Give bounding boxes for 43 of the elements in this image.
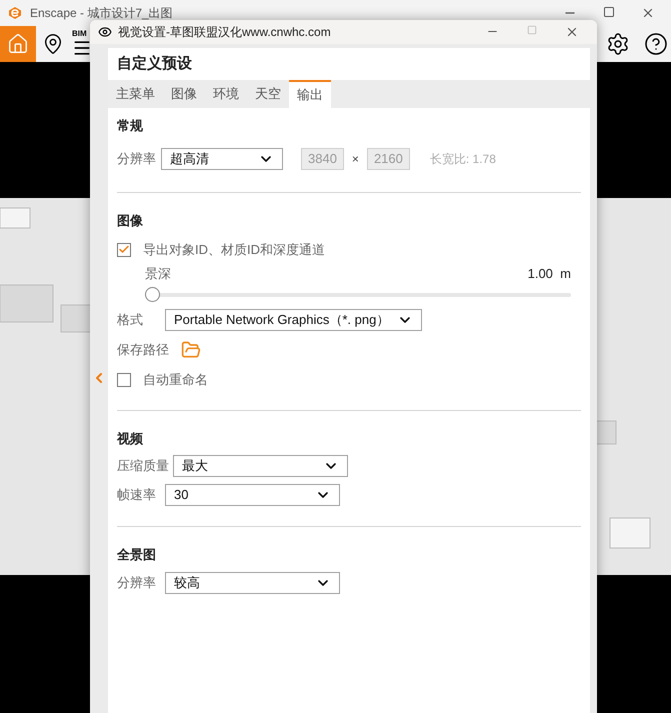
tab[interactable]: 环境	[205, 80, 247, 108]
checkbox-label: 导出对象ID、材质ID和深度通道	[143, 241, 325, 259]
dropdown[interactable]: 超高清	[161, 148, 283, 170]
checkbox-label: 自动重命名	[143, 371, 208, 389]
field-label: 分辨率	[117, 574, 157, 592]
section-heading: 视频	[117, 430, 144, 448]
help-icon[interactable]	[644, 32, 668, 56]
tab[interactable]: 主菜单	[108, 80, 163, 108]
toolbar-label: BIM	[72, 30, 87, 38]
map-pin-icon[interactable]	[42, 33, 64, 55]
aspect-ratio: 长宽比: 1.78	[430, 150, 496, 168]
times-sign: ×	[352, 150, 359, 168]
section-heading: 常规	[117, 117, 144, 135]
app-title: Enscape - 城市设计7_出图	[30, 5, 173, 22]
tab[interactable]: 图像	[163, 80, 205, 108]
field-label: 格式	[117, 311, 144, 330]
tab[interactable]: 天空	[247, 80, 289, 108]
dropdown[interactable]: Portable Network Graphics（*. png）	[165, 309, 422, 331]
maximize-icon[interactable]	[603, 6, 615, 18]
slider-track[interactable]	[145, 287, 571, 302]
section-heading: 图像	[117, 212, 144, 230]
dialog-title: 视觉设置-草图联盟汉化www.cnwhc.com	[118, 24, 331, 41]
field-label: 压缩质量	[117, 457, 169, 476]
home-icon	[7, 33, 29, 55]
dropdown[interactable]: 30	[165, 484, 340, 506]
home-button[interactable]	[0, 26, 36, 62]
slider-reading: 1.00 m	[528, 264, 572, 282]
field-label: 帧速率	[117, 486, 157, 504]
slider-label: 景深	[145, 264, 171, 282]
field-label: 分辨率	[117, 150, 157, 168]
tab[interactable]: 输出	[289, 80, 331, 108]
settings-icon[interactable]	[606, 32, 630, 56]
checkbox[interactable]	[117, 242, 131, 257]
logo-icon	[8, 6, 22, 20]
dropdown[interactable]: 最大	[173, 455, 348, 477]
section-heading: 全景图	[117, 546, 157, 564]
dropdown[interactable]: 较高	[165, 572, 340, 594]
eye-icon	[98, 25, 112, 39]
checkbox[interactable]	[117, 372, 131, 387]
close-icon[interactable]	[641, 6, 655, 20]
slider-thumb[interactable]	[145, 287, 160, 302]
close-icon[interactable]	[565, 25, 579, 39]
field-label: 保存路径	[117, 341, 169, 360]
